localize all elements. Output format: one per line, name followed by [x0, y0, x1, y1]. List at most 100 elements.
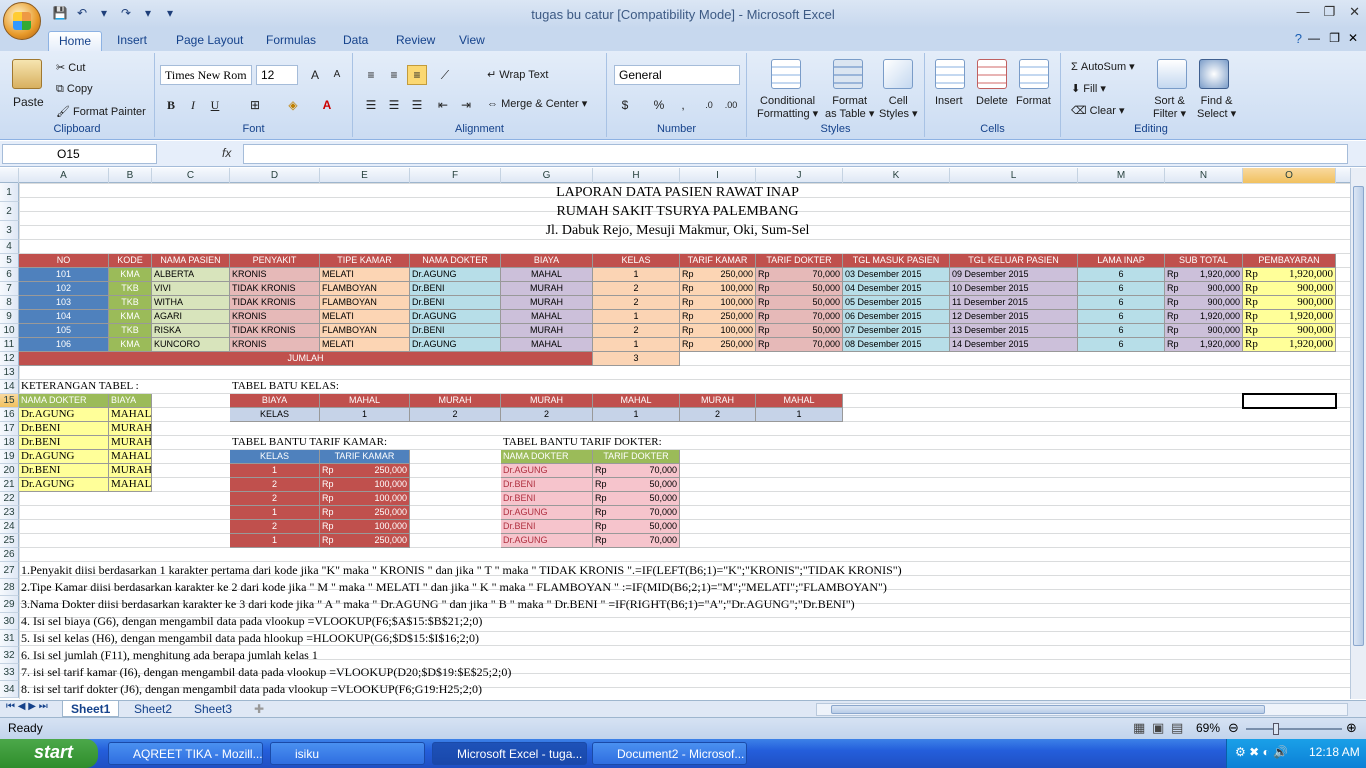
comma-button[interactable]: ,	[673, 95, 693, 115]
main-data-cell[interactable]: Rp 70,000	[756, 268, 843, 282]
row-header-2[interactable]: 2	[0, 202, 19, 221]
main-data-cell[interactable]: 6	[1078, 282, 1165, 296]
row-header-4[interactable]: 4	[0, 240, 19, 254]
main-data-cell[interactable]: 103	[19, 296, 109, 310]
row-header-25[interactable]: 25	[0, 534, 19, 548]
batu-kelas-cell[interactable]: 1	[320, 408, 410, 422]
zoom-slider-thumb[interactable]	[1273, 723, 1279, 735]
tarif-dokter-cell[interactable]: Dr.BENI	[501, 492, 593, 506]
tarif-kamar-cell[interactable]: Rp 100,000	[320, 492, 410, 506]
row-header-20[interactable]: 20	[0, 464, 19, 478]
main-data-cell[interactable]: KUNCORO	[152, 338, 230, 352]
keterangan-header[interactable]: BIAYA	[109, 394, 152, 408]
font-color-icon[interactable]: A	[317, 95, 337, 115]
batu-kelas-header[interactable]: MURAH	[410, 394, 501, 408]
main-data-cell[interactable]: KMA	[109, 338, 152, 352]
main-header-cell[interactable]: KODE	[109, 254, 152, 268]
tarif-kamar-cell[interactable]: Rp 100,000	[320, 520, 410, 534]
tarif-dokter-cell[interactable]: Rp 50,000	[593, 520, 680, 534]
main-header-cell[interactable]: TIPE KAMAR	[320, 254, 410, 268]
row-header-19[interactable]: 19	[0, 450, 19, 464]
batu-kelas-title[interactable]: TABEL BATU KELAS:	[230, 380, 501, 394]
main-data-cell[interactable]: 6	[1078, 310, 1165, 324]
decrease-decimal-icon[interactable]: .00	[721, 95, 741, 115]
wrap-text-button[interactable]: ↵ Wrap Text	[487, 68, 548, 81]
main-data-cell[interactable]: KRONIS	[230, 310, 320, 324]
main-header-cell[interactable]: NAMA PASIEN	[152, 254, 230, 268]
instruction-note[interactable]: 8. isi sel tarif dokter (J6), dengan men…	[21, 681, 482, 698]
ribbon-restore-icon[interactable]: ❐	[1329, 31, 1340, 45]
main-data-cell[interactable]: Rp 50,000	[756, 296, 843, 310]
tarif-kamar-cell[interactable]: Rp 250,000	[320, 506, 410, 520]
main-header-cell[interactable]: TGL KELUAR PASIEN	[950, 254, 1078, 268]
tarif-dokter-title[interactable]: TABEL BANTU TARIF DOKTER:	[501, 436, 756, 450]
main-data-cell[interactable]: MAHAL	[501, 338, 593, 352]
batu-kelas-cell[interactable]: 2	[501, 408, 593, 422]
tarif-dokter-cell[interactable]: Rp 70,000	[593, 464, 680, 478]
main-header-cell[interactable]: TARIF DOKTER	[756, 254, 843, 268]
column-header-F[interactable]: F	[410, 168, 501, 183]
instruction-note[interactable]: 3.Nama Dokter diisi berdasarkan karakter…	[21, 596, 855, 613]
currency-button[interactable]: $	[615, 95, 635, 115]
tarif-kamar-cell[interactable]: 2	[230, 492, 320, 506]
vertical-scroll-thumb[interactable]	[1353, 186, 1364, 646]
row-header-7[interactable]: 7	[0, 282, 19, 296]
main-data-cell[interactable]: Rp 50,000	[756, 324, 843, 338]
column-header-J[interactable]: J	[756, 168, 843, 183]
main-data-cell[interactable]: FLAMBOYAN	[320, 324, 410, 338]
main-header-cell[interactable]: BIAYA	[501, 254, 593, 268]
main-data-cell[interactable]: Dr.BENI	[410, 296, 501, 310]
main-data-cell[interactable]: Rp 100,000	[680, 296, 756, 310]
column-header-G[interactable]: G	[501, 168, 593, 183]
main-data-cell[interactable]: MAHAL	[501, 268, 593, 282]
tarif-kamar-cell[interactable]: 1	[230, 534, 320, 548]
tarif-kamar-cell[interactable]: Rp 100,000	[320, 478, 410, 492]
main-data-cell[interactable]: TIDAK KRONIS	[230, 296, 320, 310]
find-select-button[interactable]: Find & Select ▾	[1197, 95, 1236, 120]
select-all-corner[interactable]	[0, 168, 19, 183]
main-data-cell[interactable]: 6	[1078, 324, 1165, 338]
main-data-cell[interactable]: 08 Desember 2015	[843, 338, 950, 352]
main-data-cell[interactable]: Rp 900,000	[1243, 324, 1336, 338]
conditional-formatting-icon[interactable]	[771, 59, 801, 89]
main-header-cell[interactable]: NO	[19, 254, 109, 268]
main-data-cell[interactable]: RISKA	[152, 324, 230, 338]
format-table-icon[interactable]	[833, 59, 863, 89]
row-header-18[interactable]: 18	[0, 436, 19, 450]
main-data-cell[interactable]: AGARI	[152, 310, 230, 324]
main-data-cell[interactable]: 09 Desember 2015	[950, 268, 1078, 282]
row-header-21[interactable]: 21	[0, 478, 19, 492]
help-icon[interactable]: ?	[1295, 31, 1302, 46]
instruction-note[interactable]: 7. isi sel tarif kamar (I6), dengan meng…	[21, 664, 511, 681]
delete-cells-button[interactable]: Delete	[976, 95, 1008, 107]
ribbon-close-icon[interactable]: ✕	[1348, 31, 1358, 45]
tab-formulas[interactable]: Formulas	[256, 31, 326, 51]
align-bottom-icon[interactable]: ≡	[407, 65, 427, 85]
align-center-icon[interactable]: ☰	[384, 95, 404, 115]
bold-button[interactable]: B	[161, 95, 181, 115]
main-data-cell[interactable]: FLAMBOYAN	[320, 282, 410, 296]
main-data-cell[interactable]: TIDAK KRONIS	[230, 282, 320, 296]
tarif-kamar-cell[interactable]: 2	[230, 520, 320, 534]
sort-filter-icon[interactable]	[1157, 59, 1187, 89]
main-data-cell[interactable]: TKB	[109, 324, 152, 338]
keterangan-cell[interactable]: MURAH	[109, 422, 152, 436]
column-header-B[interactable]: B	[109, 168, 152, 183]
decrease-indent-icon[interactable]: ⇤	[433, 95, 453, 115]
tarif-kamar-cell[interactable]: 1	[230, 464, 320, 478]
sort-filter-button[interactable]: Sort & Filter ▾	[1153, 95, 1186, 120]
tab-review[interactable]: Review	[386, 31, 445, 51]
main-data-cell[interactable]: TKB	[109, 296, 152, 310]
main-data-cell[interactable]: Rp 900,000	[1165, 296, 1243, 310]
main-header-cell[interactable]: LAMA INAP	[1078, 254, 1165, 268]
batu-kelas-header[interactable]: MURAH	[501, 394, 593, 408]
main-data-cell[interactable]: MELATI	[320, 310, 410, 324]
tab-page-layout[interactable]: Page Layout	[166, 31, 253, 51]
keterangan-cell[interactable]: MURAH	[109, 436, 152, 450]
cut-button[interactable]: ✂ Cut	[56, 61, 85, 74]
italic-button[interactable]: I	[183, 95, 203, 115]
instruction-note[interactable]: 4. Isi sel biaya (G6), dengan mengambil …	[21, 613, 482, 630]
main-data-cell[interactable]: Rp 900,000	[1243, 296, 1336, 310]
main-data-cell[interactable]: TIDAK KRONIS	[230, 324, 320, 338]
keterangan-title[interactable]: KETERANGAN TABEL :	[19, 380, 152, 394]
